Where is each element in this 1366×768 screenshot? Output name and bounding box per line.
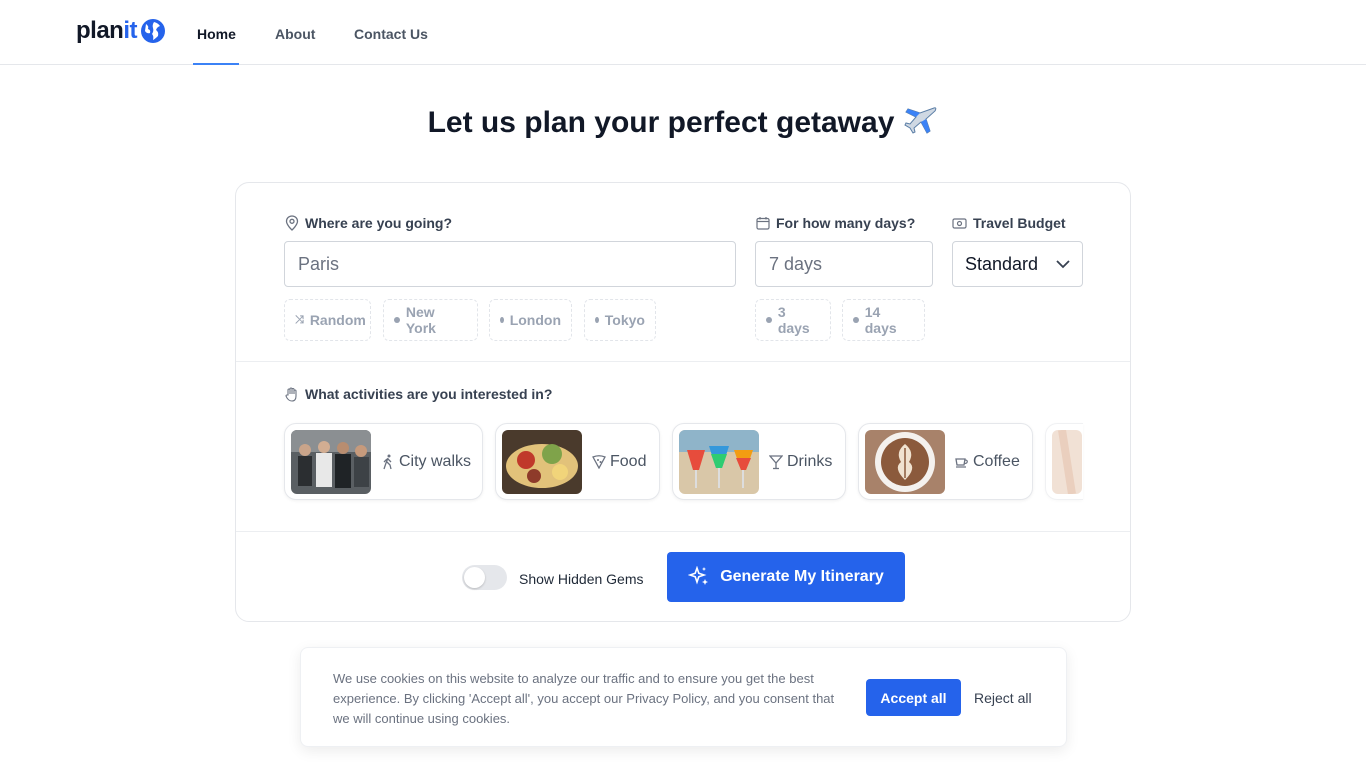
walking-icon [383,454,392,469]
suggestion-london[interactable]: London [489,299,572,341]
money-icon [952,217,967,229]
city-walks-image [291,429,371,494]
accept-cookies-button[interactable]: Accept all [866,679,961,716]
activity-drinks[interactable]: Drinks [672,423,846,500]
suggestion-new-york[interactable]: New York [383,299,478,341]
location-pin-icon [285,215,299,231]
suggestion-14-days[interactable]: 14 days [842,299,925,341]
activity-food[interactable]: Food [495,423,660,500]
bullet-icon [853,317,859,323]
calendar-icon [756,217,770,230]
days-input[interactable]: 7 days [755,241,933,287]
bullet-icon [766,317,772,323]
activity-coffee[interactable]: Coffee [858,423,1033,500]
airplane-icon [904,105,938,143]
coffee-icon [955,457,968,468]
generate-itinerary-button[interactable]: Generate My Itinerary [667,552,905,602]
bullet-icon [394,317,400,323]
suggestion-tokyo[interactable]: Tokyo [584,299,656,341]
nav-about[interactable]: About [275,26,315,42]
hidden-gems-toggle[interactable] [462,565,507,590]
bullet-icon [500,317,504,323]
itinerary-form-card: Where are you going? Paris ⤨ Random New Y… [235,182,1131,622]
globe-icon [140,18,166,44]
drinks-image [679,429,759,494]
section-divider [236,361,1130,362]
hand-icon [285,386,297,402]
section-divider [236,531,1130,532]
logo-text: planit [76,17,138,44]
coffee-image [865,429,945,494]
hidden-gems-label: Show Hidden Gems [519,571,644,587]
suggestion-3-days[interactable]: 3 days [755,299,831,341]
activities-label: What activities are you interested in? [285,386,552,402]
budget-select[interactable]: Standard [952,241,1083,287]
bullet-icon [595,317,599,323]
pizza-icon [592,454,606,469]
destination-label: Where are you going? [285,215,452,231]
logo[interactable]: planit [76,17,166,45]
cookie-text: We use cookies on this website to analyz… [333,671,835,726]
shuffle-icon: ⤨ [295,313,304,326]
activity-partial-image [1052,429,1082,494]
sparkles-icon [688,566,709,585]
days-label: For how many days? [756,215,915,231]
top-nav: planit Home About Contact Us [0,0,1366,65]
reject-cookies-button[interactable]: Reject all [974,690,1032,706]
destination-input[interactable]: Paris [284,241,736,287]
nav-active-indicator [193,63,239,65]
nav-contact[interactable]: Contact Us [354,26,428,42]
food-image [502,429,582,494]
toggle-knob [464,567,485,588]
budget-label: Travel Budget [952,215,1066,231]
page-title: Let us plan your perfect getaway [0,105,1366,143]
cocktail-icon [769,454,783,469]
activity-more-partial[interactable] [1045,423,1083,500]
cookie-banner: We use cookies on this website to analyz… [300,647,1067,747]
chevron-down-icon [1056,259,1070,268]
activity-city-walks[interactable]: City walks [284,423,483,500]
suggestion-random[interactable]: ⤨ Random [284,299,371,341]
nav-home[interactable]: Home [197,26,236,42]
